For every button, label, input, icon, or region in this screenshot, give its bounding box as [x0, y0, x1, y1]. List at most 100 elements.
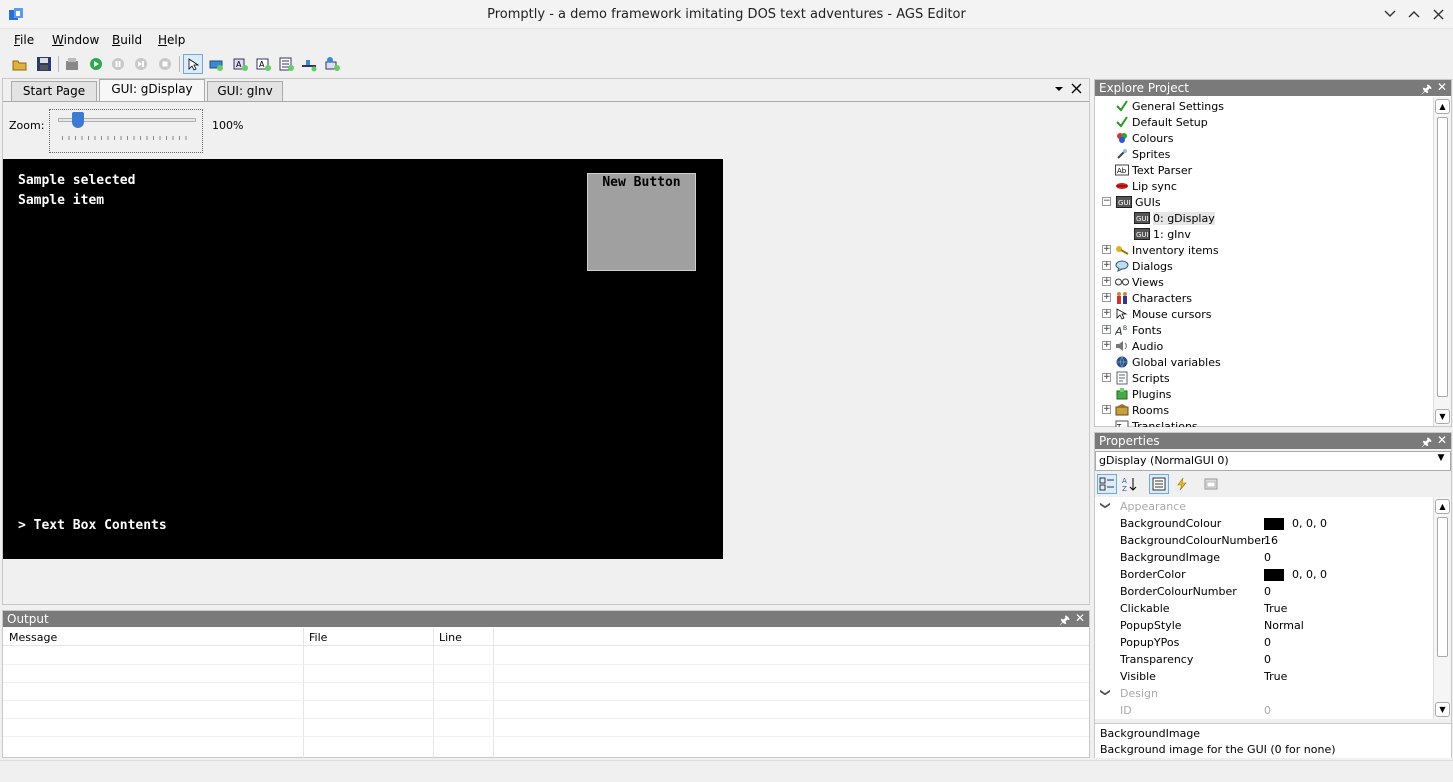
tree-item[interactable]: Dialogs — [1115, 258, 1173, 274]
menu-build[interactable]: Build — [112, 33, 142, 47]
collapse-icon[interactable]: − — [1102, 197, 1111, 206]
property-row[interactable]: PopupStyle Normal — [1095, 617, 1435, 634]
tree-item[interactable]: Scripts — [1115, 370, 1170, 386]
tree-item[interactable]: GUI 1: gInv — [1133, 226, 1191, 242]
tab-start-page[interactable]: Start Page — [11, 81, 97, 101]
add-label-icon[interactable]: A — [230, 54, 250, 74]
add-inventory-icon[interactable] — [322, 54, 342, 74]
tree-item[interactable]: Global variables — [1115, 354, 1221, 370]
gui-label-item[interactable]: Sample item — [18, 193, 104, 208]
add-slider-icon[interactable] — [299, 54, 319, 74]
expand-icon[interactable]: + — [1102, 325, 1111, 334]
stop-icon[interactable] — [155, 54, 175, 74]
tree-item[interactable]: Audio — [1115, 338, 1163, 354]
column-line[interactable]: Line — [439, 631, 462, 644]
scroll-up-icon[interactable]: ▲ — [1435, 99, 1450, 114]
expand-icon[interactable]: + — [1102, 405, 1111, 414]
property-row[interactable]: ID 0 — [1095, 702, 1435, 719]
property-row[interactable]: PopupYPos 0 — [1095, 634, 1435, 651]
close-icon[interactable] — [1428, 5, 1448, 23]
scroll-thumb[interactable] — [1437, 517, 1448, 657]
save-icon[interactable] — [34, 54, 54, 74]
property-row[interactable]: Transparency 0 — [1095, 651, 1435, 668]
gui-textbox[interactable]: > Text Box Contents — [18, 518, 167, 533]
close-panel-icon[interactable]: ✕ — [1437, 80, 1447, 94]
tree-item[interactable]: Ab Text Parser — [1115, 162, 1192, 178]
scroll-up-icon[interactable]: ▲ — [1435, 499, 1450, 514]
add-button-icon[interactable] — [206, 54, 226, 74]
tree-item[interactable]: Colours — [1115, 130, 1173, 146]
tree-item[interactable]: General Settings — [1115, 98, 1224, 114]
tree-item[interactable]: Mouse cursors — [1115, 306, 1211, 322]
property-scrollbar[interactable]: ▲ ▼ — [1433, 497, 1451, 719]
tree-item[interactable]: Inventory items — [1115, 242, 1219, 258]
gui-canvas[interactable]: Sample selected Sample item New Button >… — [3, 159, 723, 559]
events-icon[interactable] — [1172, 474, 1192, 494]
property-value[interactable]: 0 — [1264, 653, 1271, 666]
minimize-icon[interactable] — [1380, 5, 1400, 23]
tree-item[interactable]: Plugins — [1115, 386, 1171, 402]
add-listbox-icon[interactable] — [276, 54, 296, 74]
property-value[interactable]: True — [1264, 602, 1287, 615]
property-value[interactable]: Normal — [1264, 619, 1304, 632]
close-panel-icon[interactable]: ✕ — [1075, 611, 1085, 625]
tab-list-dropdown-icon[interactable] — [1054, 83, 1064, 97]
scroll-down-icon[interactable]: ▼ — [1435, 702, 1450, 717]
tree-item[interactable]: GUI GUIs — [1115, 194, 1161, 210]
expand-icon[interactable]: + — [1102, 309, 1111, 318]
step-icon[interactable] — [131, 54, 151, 74]
tree-item[interactable]: GUI 0: gDisplay — [1133, 210, 1215, 226]
property-category[interactable]: ❯ Design — [1095, 685, 1435, 702]
expand-icon[interactable]: + — [1102, 341, 1111, 350]
tree-item[interactable]: Sprites — [1115, 146, 1170, 162]
tree-item[interactable]: Views — [1115, 274, 1164, 290]
column-message[interactable]: Message — [9, 631, 57, 644]
property-row[interactable]: BorderColor 0, 0, 0 — [1095, 566, 1435, 583]
pause-icon[interactable] — [108, 54, 128, 74]
property-row[interactable]: Visible True — [1095, 668, 1435, 685]
column-file[interactable]: File — [309, 631, 327, 644]
menu-help[interactable]: Help — [158, 33, 185, 47]
property-pages-icon[interactable] — [1201, 474, 1221, 494]
tree-item[interactable]: Default Setup — [1115, 114, 1208, 130]
open-icon[interactable] — [10, 54, 30, 74]
menu-window[interactable]: Window — [52, 33, 99, 47]
expand-icon[interactable]: + — [1102, 245, 1111, 254]
property-value[interactable]: 0 — [1264, 704, 1271, 717]
menu-file[interactable]: File — [14, 33, 34, 47]
object-selector[interactable]: gDisplay (NormalGUI 0) ▼ — [1095, 451, 1451, 471]
tab-gui-ginv[interactable]: GUI: gInv — [207, 81, 283, 101]
property-value[interactable]: 0 — [1264, 551, 1271, 564]
property-row[interactable]: BackgroundColour 0, 0, 0 — [1095, 515, 1435, 532]
property-value[interactable]: 0, 0, 0 — [1264, 517, 1327, 530]
expand-icon[interactable]: + — [1102, 293, 1111, 302]
close-tab-icon[interactable] — [1071, 83, 1082, 97]
property-category[interactable]: ❯ Appearance — [1095, 498, 1435, 515]
run-icon[interactable] — [86, 54, 106, 74]
property-value[interactable]: 0 — [1264, 585, 1271, 598]
gui-new-button[interactable]: New Button — [587, 173, 696, 271]
tree-item[interactable]: Lip sync — [1115, 178, 1177, 194]
tree-item[interactable]: T Translations — [1115, 418, 1198, 427]
tree-item[interactable]: Rooms — [1115, 402, 1169, 418]
categorized-icon[interactable] — [1097, 474, 1117, 494]
tree-item[interactable]: Characters — [1115, 290, 1192, 306]
expand-icon[interactable]: + — [1102, 261, 1111, 270]
maximize-icon[interactable] — [1404, 5, 1424, 23]
gui-label-selected[interactable]: Sample selected — [18, 173, 135, 188]
zoom-slider-thumb[interactable] — [71, 112, 84, 128]
property-row[interactable]: BorderColourNumber 0 — [1095, 583, 1435, 600]
zoom-slider[interactable] — [49, 109, 203, 153]
close-panel-icon[interactable]: ✕ — [1437, 433, 1447, 447]
scroll-thumb[interactable] — [1437, 117, 1448, 397]
tab-gui-gdisplay[interactable]: GUI: gDisplay — [99, 79, 205, 101]
property-value[interactable]: 16 — [1264, 534, 1278, 547]
property-row[interactable]: BackgroundColourNumber 16 — [1095, 532, 1435, 549]
property-row[interactable]: Clickable True — [1095, 600, 1435, 617]
property-value[interactable]: 0 — [1264, 636, 1271, 649]
add-textbox-icon[interactable]: A — [253, 54, 273, 74]
expand-icon[interactable]: + — [1102, 373, 1111, 382]
explore-scrollbar[interactable]: ▲ ▼ — [1433, 97, 1451, 426]
alphabetical-icon[interactable]: AZ — [1119, 474, 1139, 494]
tree-item[interactable]: A B Fonts — [1115, 322, 1162, 338]
